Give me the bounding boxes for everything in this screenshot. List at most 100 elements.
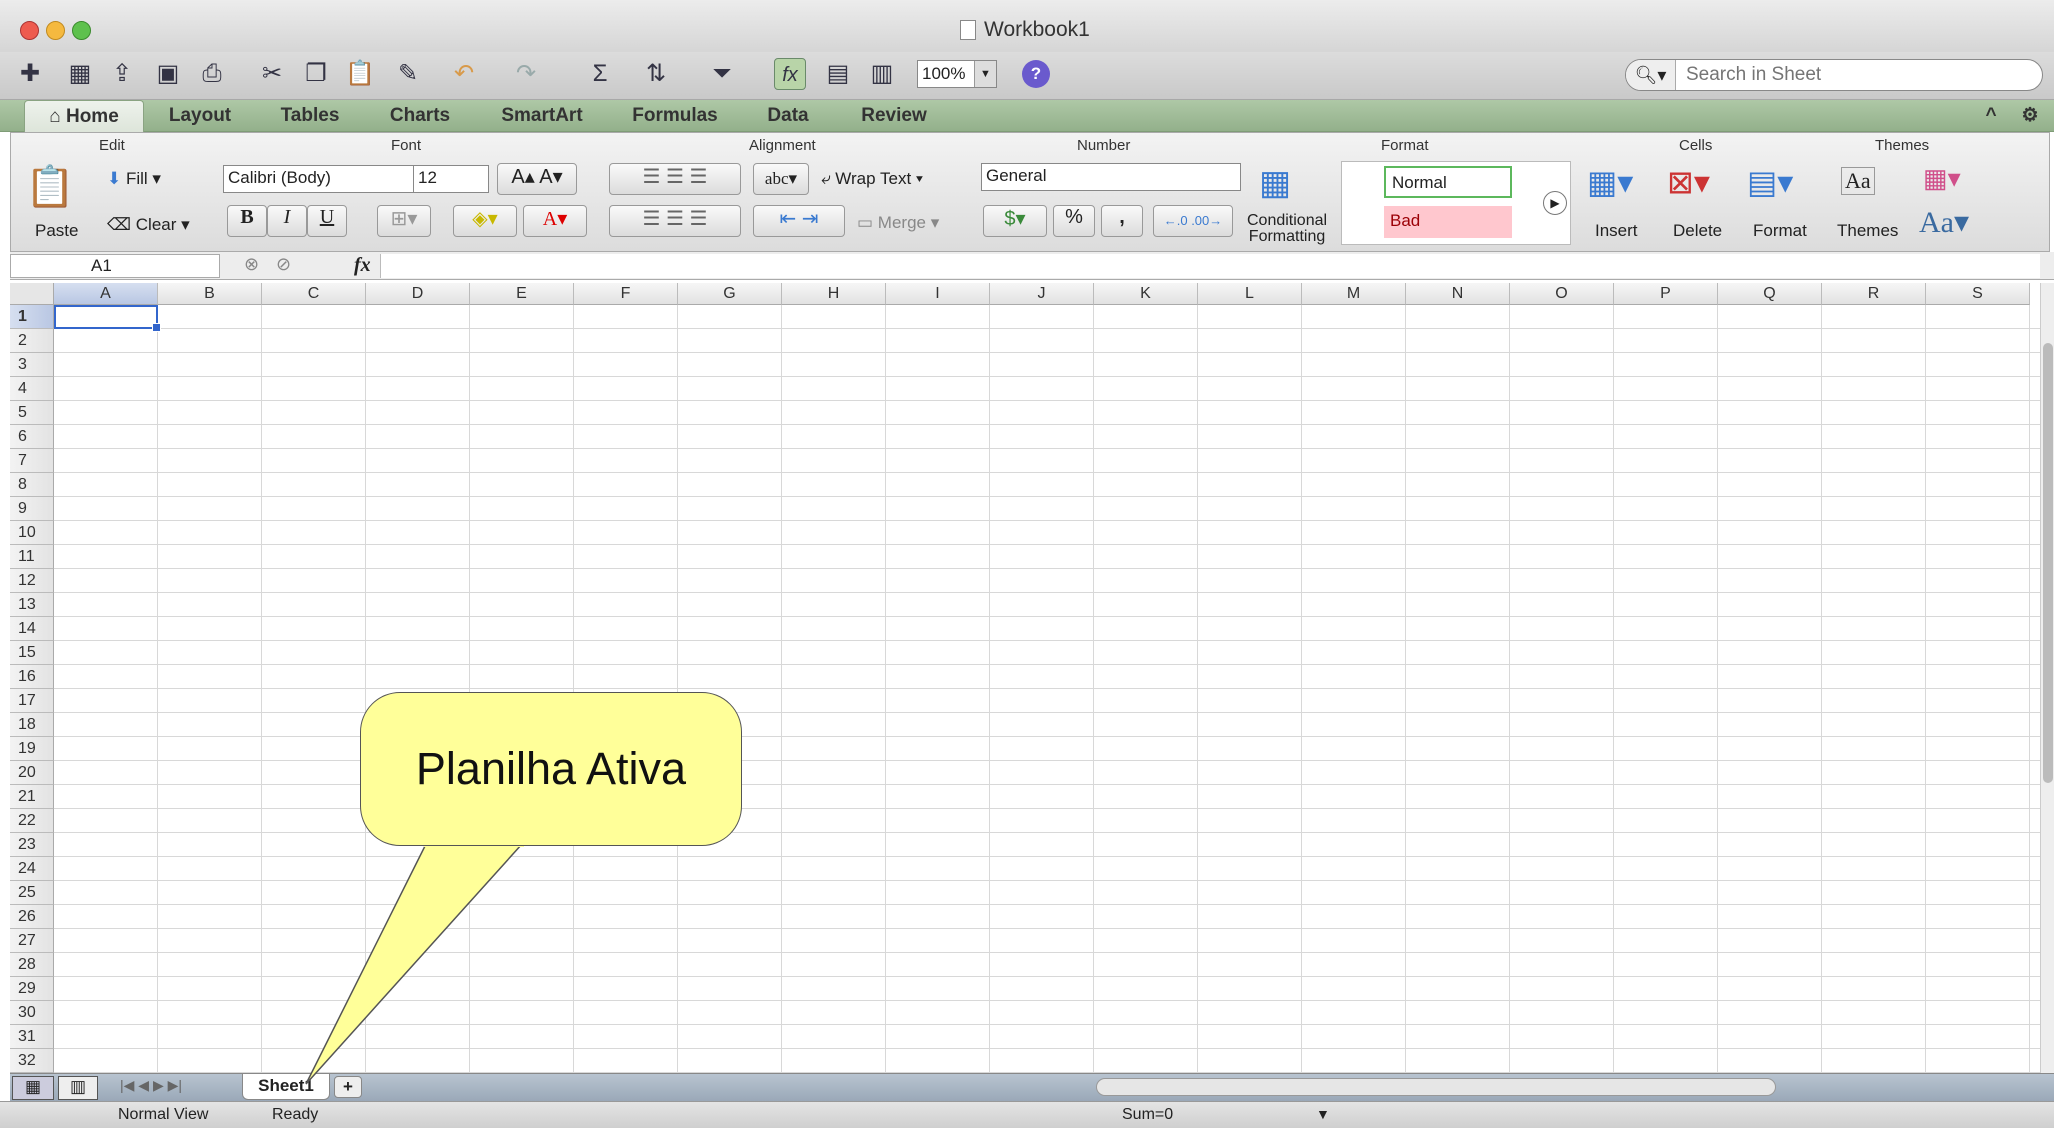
confirm-formula-icon[interactable]: ⊘ [276, 254, 291, 275]
orientation-button[interactable]: abc▾ [753, 163, 809, 195]
row-header-11[interactable]: 11 [10, 545, 54, 569]
row-header-10[interactable]: 10 [10, 521, 54, 545]
copy-icon[interactable]: ❐ [300, 58, 332, 90]
row-header-25[interactable]: 25 [10, 881, 54, 905]
merge-button[interactable]: ▭ Merge ▾ [857, 213, 939, 233]
row-header-16[interactable]: 16 [10, 665, 54, 689]
row-header-6[interactable]: 6 [10, 425, 54, 449]
comma-button[interactable]: , [1101, 205, 1143, 237]
row-header-22[interactable]: 22 [10, 809, 54, 833]
percent-button[interactable]: % [1053, 205, 1095, 237]
templates-icon[interactable]: ▦ [64, 58, 96, 90]
insert-cells-icon[interactable]: ▦▾ [1587, 163, 1633, 201]
conditional-formatting-button[interactable]: Conditional Formatting [1247, 213, 1327, 245]
undo-icon[interactable]: ↶ [448, 58, 480, 90]
horizontal-align-buttons[interactable]: ☰ ☰ ☰ [609, 205, 741, 237]
insert-function-button[interactable]: fx [354, 254, 371, 277]
minimize-window-button[interactable] [46, 21, 65, 40]
paste-icon[interactable]: 📋 [25, 163, 75, 210]
formula-builder-icon[interactable]: fx [774, 58, 806, 90]
cancel-formula-icon[interactable]: ⊗ [244, 254, 259, 275]
indent-buttons[interactable]: ⇤ ⇥ [753, 205, 845, 237]
collapse-ribbon-icon[interactable]: ^ [1976, 100, 2006, 132]
tab-home[interactable]: ⌂ Home [24, 100, 144, 132]
tab-tables[interactable]: Tables [262, 100, 358, 132]
column-header-b[interactable]: B [158, 283, 262, 305]
row-header-23[interactable]: 23 [10, 833, 54, 857]
row-header-13[interactable]: 13 [10, 593, 54, 617]
column-header-m[interactable]: M [1302, 283, 1406, 305]
column-header-h[interactable]: H [782, 283, 886, 305]
clear-button[interactable]: ⌫ Clear ▾ [107, 215, 190, 235]
row-header-2[interactable]: 2 [10, 329, 54, 353]
open-icon[interactable]: ⇪ [106, 58, 138, 90]
delete-cells-icon[interactable]: ⊠▾ [1667, 163, 1710, 201]
column-header-d[interactable]: D [366, 283, 470, 305]
borders-button[interactable]: ⊞▾ [377, 205, 431, 237]
wrap-text-button[interactable]: ⤶ Wrap Text ▾ [821, 169, 923, 189]
column-header-j[interactable]: J [990, 283, 1094, 305]
row-header-26[interactable]: 26 [10, 905, 54, 929]
font-name-select[interactable]: Calibri (Body) [223, 165, 419, 193]
format-button[interactable]: Format [1753, 221, 1807, 241]
row-header-29[interactable]: 29 [10, 977, 54, 1001]
toolbox-icon[interactable]: ▤ [822, 58, 854, 90]
row-header-5[interactable]: 5 [10, 401, 54, 425]
row-header-20[interactable]: 20 [10, 761, 54, 785]
filter-icon[interactable]: ⏷ [706, 58, 738, 90]
sort-icon[interactable]: ⇅ [640, 58, 672, 90]
styles-next-icon[interactable]: ▶ [1543, 191, 1567, 215]
select-all-corner[interactable] [10, 283, 54, 305]
column-header-o[interactable]: O [1510, 283, 1614, 305]
tab-charts[interactable]: Charts [372, 100, 468, 132]
row-header-4[interactable]: 4 [10, 377, 54, 401]
number-format-select[interactable]: General [981, 163, 1241, 191]
insert-button[interactable]: Insert [1595, 221, 1638, 241]
autosum-icon[interactable]: Σ [584, 58, 616, 90]
zoom-window-button[interactable] [72, 21, 91, 40]
zoom-select[interactable]: 100% ▼ [917, 60, 997, 88]
paste-toolbar-icon[interactable]: 📋 [344, 58, 376, 90]
font-color-button[interactable]: A▾ [523, 205, 587, 237]
row-header-3[interactable]: 3 [10, 353, 54, 377]
new-workbook-icon[interactable]: ✚ [14, 58, 46, 90]
themes-button[interactable]: Themes [1837, 221, 1898, 241]
row-header-14[interactable]: 14 [10, 617, 54, 641]
tab-smartart[interactable]: SmartArt [482, 100, 602, 132]
row-header-12[interactable]: 12 [10, 569, 54, 593]
column-header-q[interactable]: Q [1718, 283, 1822, 305]
print-icon[interactable]: ⎙ [196, 58, 228, 90]
theme-colors-icon[interactable]: ▦▾ [1923, 163, 1961, 194]
row-header-15[interactable]: 15 [10, 641, 54, 665]
row-header-19[interactable]: 19 [10, 737, 54, 761]
formula-input[interactable] [380, 254, 2040, 278]
format-cells-icon[interactable]: ▤▾ [1747, 163, 1793, 201]
format-painter-icon[interactable]: ✎ [392, 58, 424, 90]
vertical-align-buttons[interactable]: ☰ ☰ ☰ [609, 163, 741, 195]
gear-icon[interactable]: ⚙ [2010, 100, 2050, 132]
row-header-21[interactable]: 21 [10, 785, 54, 809]
column-header-a[interactable]: A [54, 283, 158, 305]
column-header-p[interactable]: P [1614, 283, 1718, 305]
close-window-button[interactable] [20, 21, 39, 40]
tab-layout[interactable]: Layout [150, 100, 250, 132]
status-sum-dropdown-icon[interactable]: ▼ [1316, 1106, 1330, 1122]
sheet-navigation-arrows[interactable]: |◀ ◀ ▶ ▶| [120, 1077, 182, 1094]
bold-button[interactable]: B [227, 205, 267, 237]
save-icon[interactable]: ▣ [152, 58, 184, 90]
theme-fonts-button[interactable]: Aa▾ [1919, 205, 1969, 240]
row-header-9[interactable]: 9 [10, 497, 54, 521]
page-layout-view-icon[interactable]: ▥ [58, 1076, 98, 1100]
cut-icon[interactable]: ✂ [256, 58, 288, 90]
decimal-buttons[interactable]: ←.0 .00→ [1153, 205, 1233, 237]
tab-data[interactable]: Data [742, 100, 834, 132]
underline-button[interactable]: U [307, 205, 347, 237]
style-bad[interactable]: Bad [1384, 206, 1512, 238]
conditional-formatting-icon[interactable]: ▦ [1259, 163, 1291, 203]
column-header-l[interactable]: L [1198, 283, 1302, 305]
vertical-scrollbar[interactable] [2040, 283, 2054, 1073]
tab-review[interactable]: Review [844, 100, 944, 132]
fill-button[interactable]: ⬇ Fill ▾ [107, 169, 161, 189]
redo-icon[interactable]: ↷ [510, 58, 542, 90]
fill-color-button[interactable]: ◈▾ [453, 205, 517, 237]
